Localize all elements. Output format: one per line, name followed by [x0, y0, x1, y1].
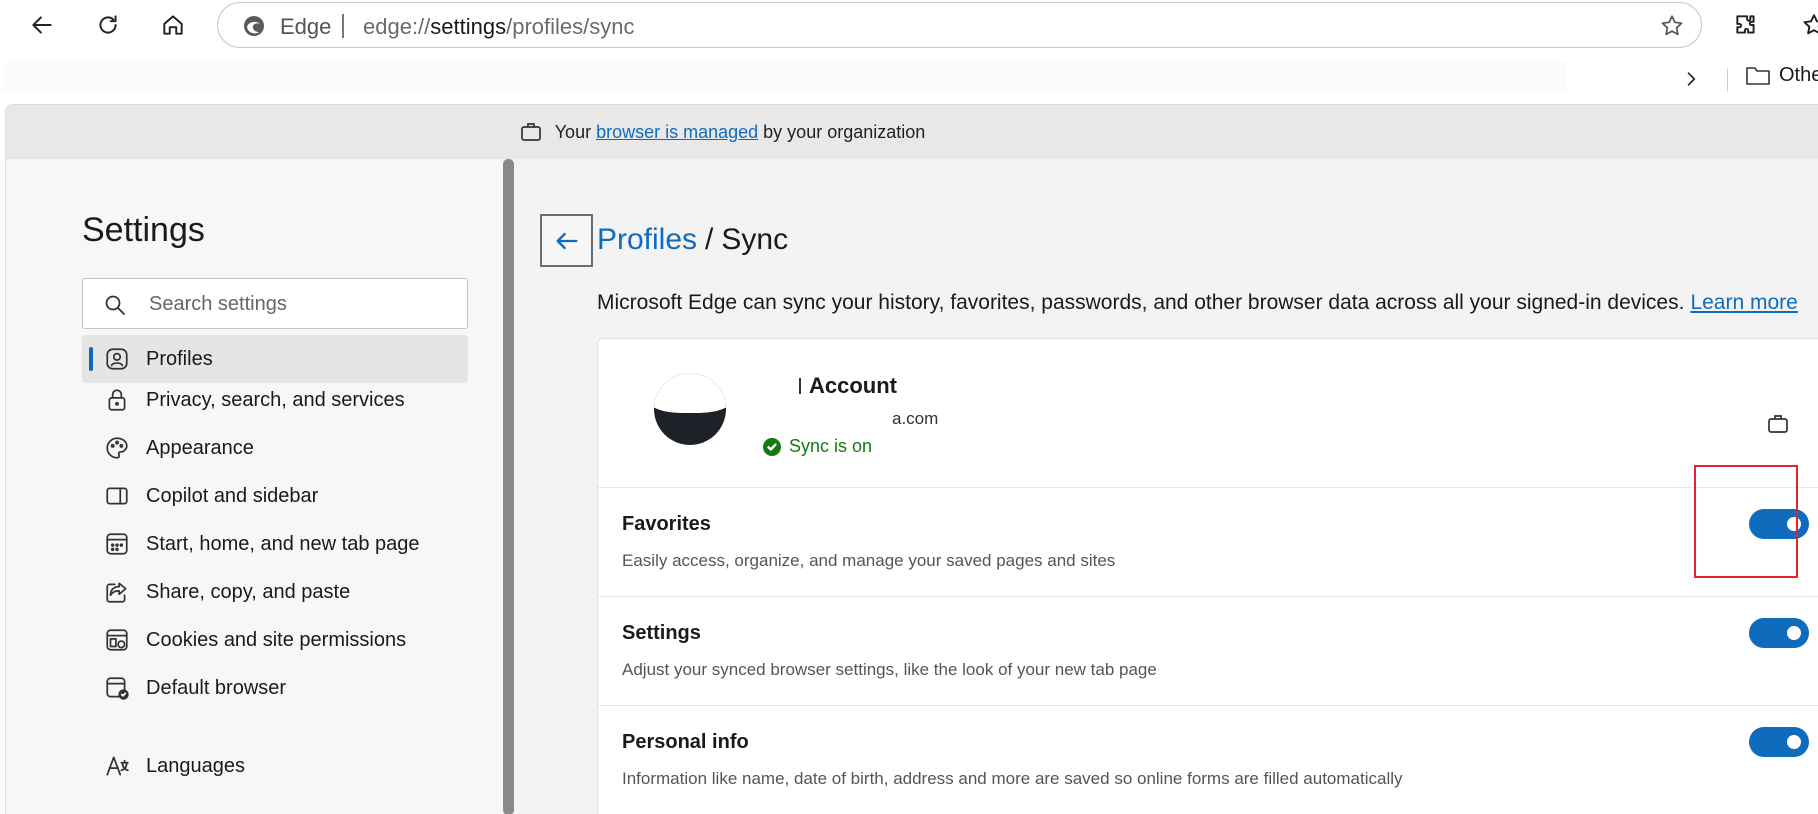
favorites-divider	[1727, 68, 1728, 92]
checkmark-icon	[763, 437, 781, 456]
sidebar-item-privacy[interactable]: Privacy, search, and services	[82, 376, 468, 424]
page-title: Settings	[82, 211, 205, 249]
learn-more-link[interactable]: Learn more	[1690, 291, 1797, 314]
briefcase-icon	[520, 123, 541, 141]
sidebar-item-label: Start, home, and new tab page	[146, 532, 420, 555]
highlight-annotation-box	[1694, 465, 1798, 578]
banner-text-before: Your	[554, 121, 592, 142]
sidebar-item-label: Copilot and sidebar	[146, 484, 319, 507]
search-input[interactable]	[149, 289, 449, 319]
sync-item-personal-info: Personal info Information like name, dat…	[598, 706, 1818, 814]
share-icon	[104, 579, 130, 605]
browser-managed-link[interactable]: browser is managed	[596, 122, 758, 143]
sidebar-item-default-browser[interactable]: Default browser	[82, 664, 468, 712]
search-box[interactable]	[82, 278, 468, 329]
sidebar-scrollbar[interactable]	[503, 159, 514, 814]
extensions-icon[interactable]	[1726, 5, 1766, 45]
browser-brand: Edge	[280, 14, 332, 39]
avatar	[654, 373, 726, 445]
sync-status: Sync is on	[763, 436, 872, 457]
settings-page: Your browser is managed by your organiza…	[5, 104, 1818, 814]
sync-card: Account a.com Sync is on Favorites Easil…	[597, 338, 1818, 814]
sync-item-title: Favorites	[622, 513, 711, 535]
browser-toolbar: Edge edge://settings/profiles/sync	[0, 0, 1818, 50]
account-section: Account a.com Sync is on	[598, 339, 1818, 488]
favorites-icon[interactable]	[1794, 5, 1818, 45]
breadcrumb-current: Sync	[721, 223, 789, 256]
sync-description-text: Microsoft Edge can sync your history, fa…	[597, 291, 1685, 314]
toggle-knob	[1787, 626, 1801, 640]
sidebar-item-appearance[interactable]: Appearance	[82, 424, 468, 472]
favorites-bar: Othe	[0, 52, 1818, 102]
language-icon	[104, 753, 130, 779]
sidebar-item-copilot[interactable]: Copilot and sidebar	[82, 472, 468, 520]
chevron-right-icon[interactable]	[1674, 64, 1708, 94]
favorites-items-redacted	[3, 62, 1566, 92]
sidebar-icon	[104, 483, 130, 509]
favorite-star-icon[interactable]	[1659, 13, 1685, 39]
account-email: a.com	[892, 409, 939, 428]
managed-banner: Your browser is managed by your organiza…	[6, 105, 1818, 159]
settings-sidebar: Settings Profiles Privacy, search, and s…	[6, 159, 509, 814]
lock-icon	[104, 387, 130, 413]
account-name: Account	[799, 373, 897, 399]
browser-check-icon	[104, 675, 130, 701]
sync-item-title: Personal info	[622, 731, 749, 753]
sync-item-subtitle: Easily access, organize, and manage your…	[622, 551, 1116, 570]
sync-item-title: Settings	[622, 622, 701, 644]
sync-status-text: Sync is on	[789, 436, 873, 456]
sidebar-item-label: Appearance	[146, 436, 254, 459]
banner-text-after: by your organization	[763, 121, 926, 142]
palette-icon	[104, 435, 130, 461]
url-text[interactable]: edge://settings/profiles/sync	[363, 14, 635, 40]
sync-description: Microsoft Edge can sync your history, fa…	[597, 291, 1798, 315]
back-icon[interactable]	[22, 5, 62, 45]
breadcrumb-separator: /	[705, 223, 714, 256]
sidebar-item-label: Profiles	[146, 347, 213, 370]
sidebar-item-share[interactable]: Share, copy, and paste	[82, 568, 468, 616]
sidebar-item-start-home[interactable]: Start, home, and new tab page	[82, 520, 468, 568]
cookie-icon	[104, 627, 130, 653]
search-icon	[105, 295, 125, 315]
sync-item-subtitle: Information like name, date of birth, ad…	[622, 769, 1403, 788]
sidebar-item-cookies[interactable]: Cookies and site permissions	[82, 616, 468, 664]
sidebar-item-languages[interactable]: Languages	[82, 742, 468, 790]
home-grid-icon	[104, 531, 130, 557]
address-divider	[342, 14, 344, 38]
profile-icon	[104, 346, 130, 372]
breadcrumb-profiles-link[interactable]: Profiles	[597, 223, 697, 256]
other-favorites-folder[interactable]: Othe	[1745, 63, 1818, 87]
refresh-icon[interactable]	[88, 5, 128, 45]
other-favorites-label: Othe	[1779, 63, 1818, 86]
edge-logo-icon	[242, 14, 266, 38]
toggle-knob	[1787, 735, 1801, 749]
breadcrumb: Profiles / Sync	[597, 223, 788, 257]
sidebar-item-label: Privacy, search, and services	[146, 388, 405, 411]
arrow-left-icon	[556, 232, 577, 249]
address-bar[interactable]: Edge edge://settings/profiles/sync	[217, 2, 1702, 48]
home-icon[interactable]	[153, 5, 193, 45]
briefcase-icon	[1766, 412, 1790, 436]
sync-item-favorites: Favorites Easily access, organize, and m…	[598, 488, 1818, 597]
sidebar-item-label: Default browser	[146, 676, 287, 699]
back-button[interactable]	[540, 214, 593, 267]
sync-item-subtitle: Adjust your synced browser settings, lik…	[622, 660, 1157, 679]
main-content: Profiles / Sync Microsoft Edge can sync yo…	[514, 159, 1818, 814]
settings-toggle[interactable]	[1749, 618, 1809, 648]
folder-icon	[1746, 67, 1770, 85]
sidebar-item-label: Cookies and site permissions	[146, 628, 407, 651]
sync-item-settings: Settings Adjust your synced browser sett…	[598, 597, 1818, 706]
sidebar-item-label: Share, copy, and paste	[146, 580, 351, 603]
personal-info-toggle[interactable]	[1749, 727, 1809, 757]
sidebar-item-label: Languages	[146, 754, 245, 777]
